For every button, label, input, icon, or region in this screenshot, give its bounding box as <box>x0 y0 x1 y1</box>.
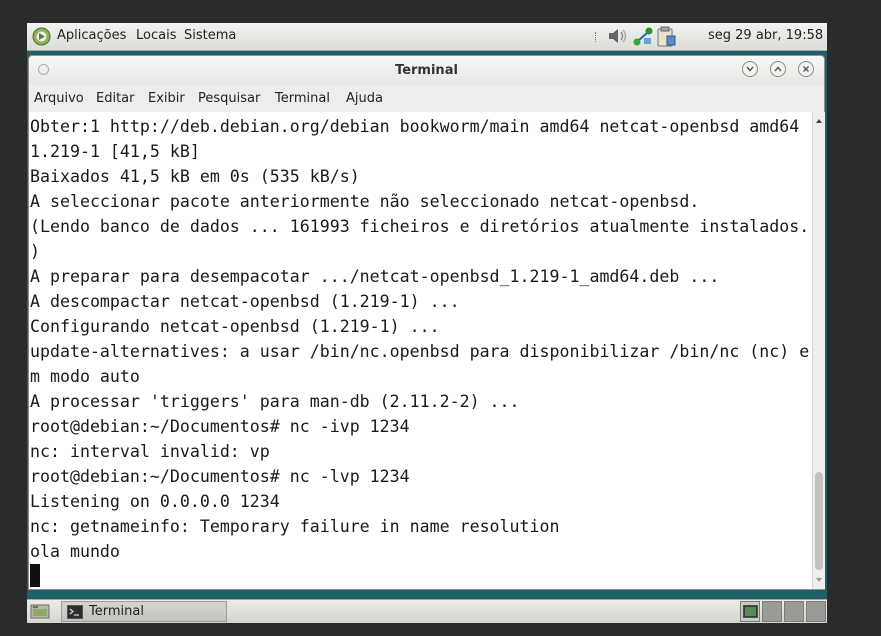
menu-places[interactable]: Locais <box>136 28 176 43</box>
terminal-icon <box>67 605 83 619</box>
terminal-line: nc: interval invalid: vp <box>30 442 270 461</box>
terminal-line: root@debian:~/Documentos# nc -ivp 1234 <box>30 417 410 436</box>
menu-system[interactable]: Sistema <box>184 28 236 43</box>
menu-applications[interactable]: Aplicações <box>57 28 126 43</box>
menu-edit[interactable]: Editar <box>96 91 135 106</box>
workspace-2[interactable] <box>762 601 782 622</box>
close-icon <box>803 66 809 72</box>
workspace-3[interactable] <box>784 601 804 622</box>
minimize-button[interactable] <box>742 61 758 77</box>
menu-view[interactable]: Exibir <box>148 91 185 106</box>
text-cursor <box>30 564 40 587</box>
volume-icon[interactable] <box>607 27 629 45</box>
terminal-line: Obter:1 http://deb.debian.org/debian boo… <box>30 117 800 136</box>
workspace-4[interactable] <box>806 601 826 622</box>
clock[interactable]: seg 29 abr, 19:58 <box>708 28 823 43</box>
terminal-line: ) <box>30 242 40 261</box>
close-button[interactable] <box>798 61 814 77</box>
chevron-up-icon <box>774 66 782 72</box>
top-panel: Aplicações Locais Sistema seg 29 abr, 19… <box>27 23 827 51</box>
show-desktop-icon[interactable] <box>30 603 50 620</box>
terminal-output[interactable]: Obter:1 http://deb.debian.org/debian boo… <box>29 112 812 589</box>
terminal-icon <box>743 605 758 618</box>
vertical-scrollbar[interactable] <box>812 112 825 589</box>
terminal-line: A seleccionar pacote anteriormente não s… <box>30 192 700 211</box>
terminal-line: ola mundo <box>30 542 120 561</box>
workspace-1[interactable] <box>740 601 760 622</box>
clipboard-icon[interactable] <box>655 26 677 47</box>
terminal-line: Configurando netcat-openbsd (1.219-1) ..… <box>30 317 440 336</box>
terminal-line: root@debian:~/Documentos# nc -lvp 1234 <box>30 467 410 486</box>
terminal-line: 1.219-1 [41,5 kB] <box>30 142 200 161</box>
menu-file[interactable]: Arquivo <box>34 91 84 106</box>
terminal-line: update-alternatives: a usar /bin/nc.open… <box>30 342 810 361</box>
network-icon[interactable] <box>633 26 655 47</box>
terminal-line: m modo auto <box>30 367 140 386</box>
terminal-line: nc: getnameinfo: Temporary failure in na… <box>30 517 560 536</box>
terminal-window: Terminal Arquivo Editar Exibir Pesquisar… <box>28 55 825 590</box>
terminal-line: A processar 'triggers' para man-db (2.11… <box>30 392 520 411</box>
window-title: Terminal <box>395 63 458 78</box>
taskbar-terminal-label: Terminal <box>89 604 144 619</box>
applications-icon[interactable] <box>32 27 51 46</box>
terminal-line: A preparar para desempacotar .../netcat-… <box>30 267 720 286</box>
maximize-button[interactable] <box>770 61 786 77</box>
menu-search[interactable]: Pesquisar <box>198 91 260 106</box>
terminal-line: A descompactar netcat-openbsd (1.219-1) … <box>30 292 460 311</box>
bottom-panel: Terminal <box>27 599 827 623</box>
terminal-line: Baixados 41,5 kB em 0s (535 kB/s) <box>30 167 360 186</box>
scroll-up-arrow-icon[interactable] <box>815 118 823 124</box>
terminal-line: Listening on 0.0.0.0 1234 <box>30 492 280 511</box>
menu-help[interactable]: Ajuda <box>346 91 383 106</box>
window-menubar: Arquivo Editar Exibir Pesquisar Terminal… <box>29 85 824 112</box>
chevron-down-icon <box>746 66 754 72</box>
scroll-down-arrow-icon[interactable] <box>815 577 823 583</box>
window-titlebar[interactable]: Terminal <box>29 56 824 85</box>
terminal-line: (Lendo banco de dados ... 161993 ficheir… <box>30 217 810 236</box>
scrollbar-thumb[interactable] <box>815 472 823 570</box>
tray-separator <box>595 32 598 42</box>
menu-terminal[interactable]: Terminal <box>275 91 330 106</box>
taskbar-terminal-button[interactable]: Terminal <box>61 601 227 622</box>
